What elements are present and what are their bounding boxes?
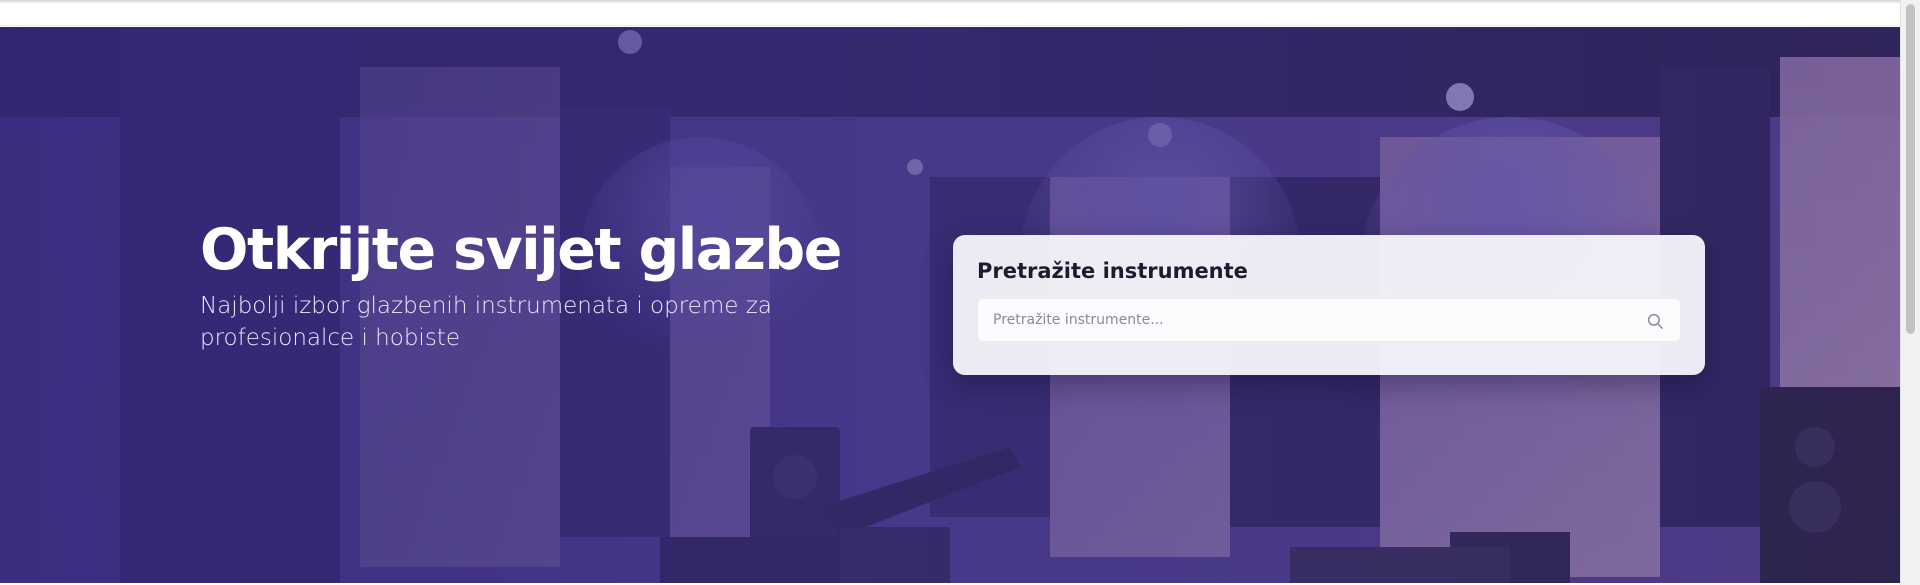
page-scrollbar[interactable] <box>1900 0 1920 585</box>
search-box[interactable] <box>977 298 1681 342</box>
hero-text-block: Otkrijte svijet glazbe Najbolji izbor gl… <box>200 217 920 355</box>
hero-subtitle: Najbolji izbor glazbenih instrumenata i … <box>200 293 772 352</box>
top-nav-bar <box>0 0 1900 26</box>
search-card-title: Pretražite instrumente <box>977 259 1248 283</box>
search-icon[interactable] <box>1646 312 1664 330</box>
search-card: Pretražite instrumente <box>953 235 1705 375</box>
page: Otkrijte svijet glazbe Najbolji izbor gl… <box>0 0 1920 585</box>
hero-title: Otkrijte svijet glazbe <box>200 217 842 283</box>
search-input[interactable] <box>978 299 1680 341</box>
scrollbar-thumb[interactable] <box>1906 4 1915 334</box>
